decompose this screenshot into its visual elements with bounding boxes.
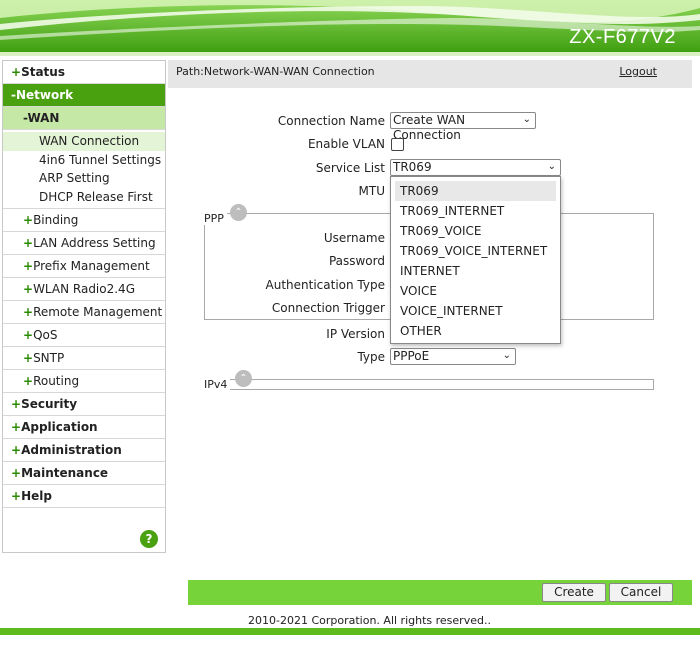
expand-plus-icon: + bbox=[23, 305, 34, 319]
chevron-down-icon: ⌄ bbox=[502, 350, 511, 361]
conn-trigger-label: Connection Trigger bbox=[271, 301, 385, 315]
sidebar-item-application[interactable]: +Application bbox=[3, 416, 165, 439]
sidebar-item-arp-setting[interactable]: ARP Setting bbox=[3, 169, 165, 188]
service-list-label: Service List bbox=[315, 161, 385, 175]
sidebar-item-status[interactable]: +Status bbox=[3, 61, 165, 84]
logout-link[interactable]: Logout bbox=[619, 65, 657, 78]
sidebar-item-remote[interactable]: +Remote Management bbox=[3, 301, 165, 324]
dropdown-option[interactable]: INTERNET bbox=[391, 261, 560, 281]
expand-plus-icon: + bbox=[23, 351, 34, 365]
expand-plus-icon: + bbox=[23, 282, 34, 296]
dropdown-option[interactable]: TR069_VOICE bbox=[391, 221, 560, 241]
username-label: Username bbox=[323, 231, 385, 245]
expand-plus-icon: + bbox=[23, 328, 34, 342]
enable-vlan-label: Enable VLAN bbox=[307, 137, 385, 151]
sidebar-item-wan-connection[interactable]: WAN Connection bbox=[3, 132, 165, 151]
sidebar-item-lan-address[interactable]: +LAN Address Setting bbox=[3, 232, 165, 255]
ipv4-section bbox=[204, 379, 654, 390]
expand-plus-icon: + bbox=[11, 65, 22, 79]
collapse-up-icon[interactable]: ⌃ bbox=[230, 204, 247, 221]
dropdown-option[interactable]: VOICE_INTERNET bbox=[391, 301, 560, 321]
device-model: ZX-F677V2 bbox=[569, 26, 676, 48]
dropdown-option[interactable]: TR069_INTERNET bbox=[391, 201, 560, 221]
sidebar-item-binding[interactable]: +Binding bbox=[3, 209, 165, 232]
dropdown-option[interactable]: TR069_VOICE_INTERNET bbox=[391, 241, 560, 261]
sidebar-item-network[interactable]: -Network bbox=[3, 84, 165, 107]
auth-type-label: Authentication Type bbox=[265, 278, 385, 292]
type-select[interactable]: PPPoE ⌄ bbox=[390, 348, 516, 365]
sidebar-item-prefix[interactable]: +Prefix Management bbox=[3, 255, 165, 278]
sidebar-item-administration[interactable]: +Administration bbox=[3, 439, 165, 462]
expand-plus-icon: + bbox=[23, 236, 34, 250]
action-bar: Create Cancel bbox=[188, 580, 692, 605]
expand-plus-icon: + bbox=[11, 420, 22, 434]
cancel-button[interactable]: Cancel bbox=[609, 583, 673, 602]
service-list-dropdown: TR069 TR069_INTERNET TR069_VOICE TR069_V… bbox=[390, 176, 561, 344]
sidebar-item-4in6-tunnel[interactable]: 4in6 Tunnel Settings bbox=[3, 151, 165, 170]
dropdown-option[interactable]: VOICE bbox=[391, 281, 560, 301]
ipv4-section-title: IPv4 bbox=[204, 378, 231, 391]
sidebar-item-qos[interactable]: +QoS bbox=[3, 324, 165, 347]
dropdown-option[interactable]: OTHER bbox=[391, 321, 560, 341]
type-label: Type bbox=[357, 350, 385, 364]
sidebar-nav: +Status -Network -WAN WAN Connection 4in… bbox=[2, 60, 166, 553]
connection-name-label: Connection Name bbox=[277, 114, 385, 128]
expand-plus-icon: + bbox=[23, 259, 34, 273]
sidebar-item-wlan[interactable]: +WLAN Radio2.4G bbox=[3, 278, 165, 301]
ppp-section-title: PPP bbox=[204, 212, 227, 225]
chevron-down-icon: ⌄ bbox=[547, 161, 556, 172]
sidebar-item-help[interactable]: +Help bbox=[3, 485, 165, 508]
sidebar-item-dhcp-release[interactable]: DHCP Release First bbox=[3, 188, 165, 207]
header-divider bbox=[0, 52, 700, 56]
expand-plus-icon: + bbox=[11, 397, 22, 411]
enable-vlan-checkbox[interactable] bbox=[391, 138, 404, 151]
breadcrumb-bar: Path:Network-WAN-WAN Connection Logout bbox=[168, 60, 692, 88]
mtu-label: MTU bbox=[358, 184, 385, 198]
dropdown-option[interactable]: TR069 bbox=[395, 181, 556, 201]
sidebar-item-routing[interactable]: +Routing bbox=[3, 370, 165, 393]
expand-plus-icon: + bbox=[11, 466, 22, 480]
expand-plus-icon: + bbox=[23, 213, 34, 227]
header-banner: ZX-F677V2 bbox=[0, 0, 700, 52]
connection-name-select[interactable]: Create WAN Connection ⌄ bbox=[390, 112, 536, 142]
create-button[interactable]: Create bbox=[542, 583, 606, 602]
collapse-up-icon[interactable]: ⌃ bbox=[235, 370, 252, 387]
chevron-down-icon: ⌄ bbox=[522, 114, 531, 125]
service-list-select[interactable]: TR069 ⌄ bbox=[390, 159, 561, 176]
sidebar-item-security[interactable]: +Security bbox=[3, 393, 165, 416]
sidebar-item-wan[interactable]: -WAN bbox=[3, 107, 165, 130]
breadcrumb: Path:Network-WAN-WAN Connection bbox=[176, 65, 375, 78]
copyright-text: 2010-2021 Corporation. All rights reserv… bbox=[248, 614, 491, 627]
sidebar-item-sntp[interactable]: +SNTP bbox=[3, 347, 165, 370]
help-icon[interactable]: ? bbox=[140, 530, 158, 548]
password-label: Password bbox=[328, 254, 385, 268]
expand-plus-icon: + bbox=[23, 374, 34, 388]
expand-plus-icon: + bbox=[11, 489, 22, 503]
footer-bar bbox=[0, 628, 700, 635]
ip-version-label: IP Version bbox=[326, 327, 385, 341]
wan-submenu: WAN Connection 4in6 Tunnel Settings ARP … bbox=[3, 130, 165, 209]
expand-plus-icon: + bbox=[11, 443, 22, 457]
sidebar-item-maintenance[interactable]: +Maintenance bbox=[3, 462, 165, 485]
